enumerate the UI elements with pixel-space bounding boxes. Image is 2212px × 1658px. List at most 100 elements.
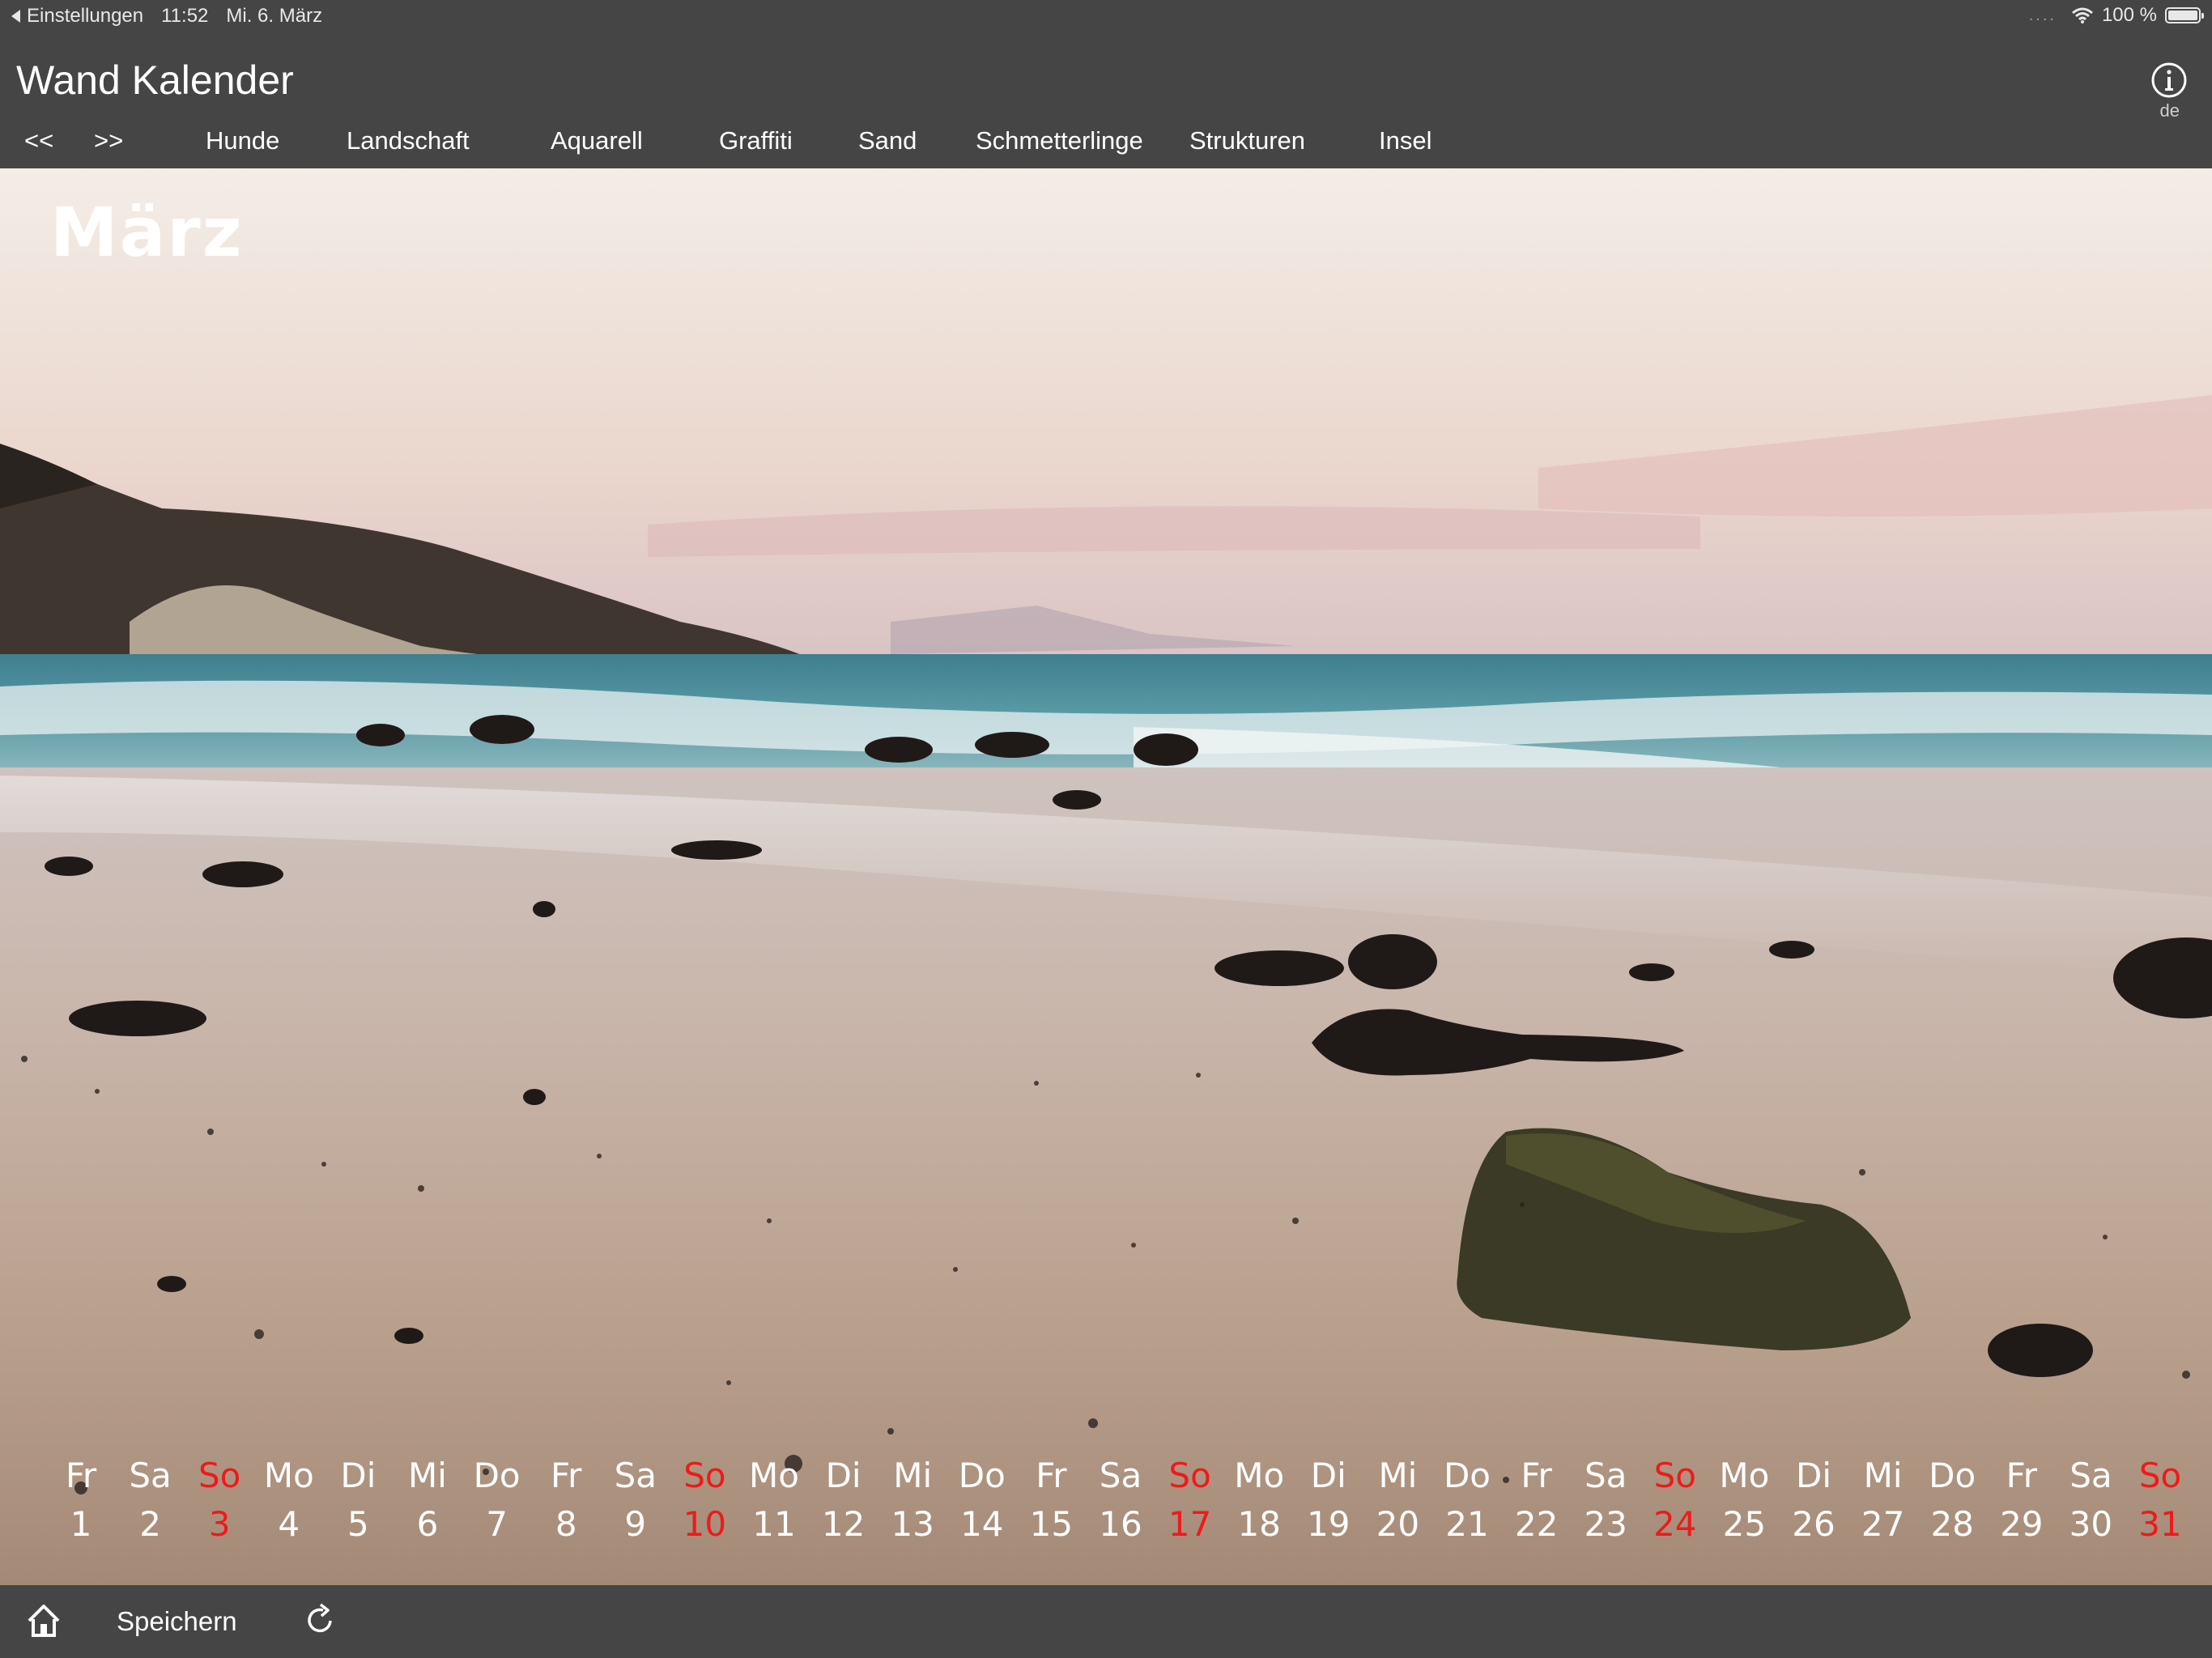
weekday-label: Mi [1863,1456,1903,1495]
calendar-day: Do 21 [1432,1452,1502,1549]
calendar-day: Fr 29 [1987,1452,2057,1549]
back-arrow-icon[interactable] [11,10,20,23]
calendar-day: Di 12 [809,1452,878,1549]
save-button[interactable]: Speichern [117,1606,237,1637]
calendar-day: Sa 23 [1571,1452,1640,1549]
day-number: 19 [1307,1504,1351,1544]
day-number: 15 [1029,1504,1074,1544]
calendar-day: Do 28 [1917,1452,1987,1549]
weekday-label: Sa [129,1456,172,1495]
reload-icon[interactable] [301,1601,338,1639]
weekday-label: Mi [1378,1456,1418,1495]
weekday-label: Do [1443,1456,1491,1495]
category-nav: << >> Hunde Landschaft Aquarell Graffiti… [0,126,2212,167]
weekday-label: Do [473,1456,521,1495]
multitask-dots-icon: .... [2028,6,2057,24]
category-insel[interactable]: Insel [1379,126,1431,155]
category-landschaft[interactable]: Landschaft [347,126,470,155]
category-hunde[interactable]: Hunde [206,126,279,155]
calendar-day: Mo 18 [1224,1452,1294,1549]
calendar-day: Mi 20 [1363,1452,1432,1549]
calendar-day: Mo 11 [739,1452,809,1549]
day-number: 28 [1930,1504,1974,1544]
battery-fill [2168,11,2197,20]
battery-icon [2165,7,2204,23]
calendar-day: Fr 22 [1502,1452,1572,1549]
day-number: 6 [416,1504,439,1544]
weekday-label: Sa [1099,1456,1142,1495]
day-number: 5 [347,1504,369,1544]
weekday-label: Di [1795,1456,1831,1495]
language-label[interactable]: de [2160,100,2180,121]
day-number: 27 [1861,1504,1905,1544]
day-number: 4 [278,1504,300,1544]
wifi-icon [2071,7,2093,23]
day-number: 25 [1722,1504,1767,1544]
weekday-label: Di [1310,1456,1346,1495]
calendar-day: Do 7 [462,1452,532,1549]
category-sand[interactable]: Sand [858,126,917,155]
calendar-day: Do 14 [947,1452,1017,1549]
calendar-day: Mi 6 [393,1452,462,1549]
weekday-label: Di [340,1456,376,1495]
day-number: 14 [960,1504,1004,1544]
day-number: 8 [555,1504,577,1544]
calendar-day: So 31 [2125,1452,2195,1549]
weekday-label: Sa [614,1456,657,1495]
weekday-label: Sa [2069,1456,2112,1495]
calendar-day: Fr 1 [46,1452,116,1549]
day-number: 17 [1168,1504,1212,1544]
weekday-label: Di [825,1456,861,1495]
calendar-day: Mi 27 [1848,1452,1918,1549]
calendar-day: Mi 13 [878,1452,947,1549]
day-number: 11 [752,1504,796,1544]
day-number: 12 [821,1504,866,1544]
calendar-day: So 10 [670,1452,739,1549]
day-number: 22 [1514,1504,1559,1544]
app-header: Wand Kalender de << >> Hunde Landschaft … [0,32,2212,168]
calendar-day: So 3 [185,1452,254,1549]
day-number: 26 [1792,1504,1836,1544]
calendar-day: Mo 4 [254,1452,324,1549]
calendar-day: Sa 30 [2056,1452,2125,1549]
day-number: 23 [1584,1504,1627,1544]
calendar-photo: März Fr 1 Sa 2 So 3 Mo 4 Di 5 Mi 6 Do 7 Fr 8 Sa 9 So 10 Mo 11… [0,168,2212,1585]
day-number: 18 [1237,1504,1281,1544]
calendar-day: Sa 16 [1086,1452,1155,1549]
weekday-label: So [1168,1456,1211,1495]
day-number: 9 [624,1504,647,1544]
day-number: 30 [2069,1504,2113,1544]
calendar-day: So 24 [1640,1452,1710,1549]
calendar-day: Di 26 [1779,1452,1848,1549]
day-number: 2 [139,1504,161,1544]
next-month-button[interactable]: >> [94,126,123,155]
day-number: 13 [891,1504,934,1544]
weekday-label: Mo [1719,1456,1770,1495]
calendar-day: Mo 25 [1709,1452,1779,1549]
weekday-label: Mo [1234,1456,1285,1495]
category-strukturen[interactable]: Strukturen [1189,126,1305,155]
day-number: 20 [1376,1504,1420,1544]
category-schmetterlinge[interactable]: Schmetterlinge [976,126,1143,155]
weekday-label: Do [1929,1456,1976,1495]
weekday-label: So [1653,1456,1696,1495]
prev-month-button[interactable]: << [24,126,53,155]
day-number: 24 [1653,1504,1697,1544]
back-to-settings-link[interactable]: Einstellungen [27,5,143,28]
day-number: 10 [683,1504,727,1544]
bottom-toolbar: Speichern [0,1585,2212,1658]
category-aquarell[interactable]: Aquarell [551,126,643,155]
month-title: März [50,193,244,272]
status-right: .... 100 % [2028,4,2204,27]
app-title: Wand Kalender [16,57,294,103]
weekday-label: Sa [1584,1456,1627,1495]
weekday-label: Mi [408,1456,447,1495]
category-graffiti[interactable]: Graffiti [719,126,793,155]
status-bar: Einstellungen 11:52 Mi. 6. März .... 100… [0,0,2212,32]
info-icon[interactable] [2150,62,2188,99]
weekday-label: Do [958,1456,1006,1495]
beach-photo [0,168,2212,1585]
calendar-day: Di 5 [323,1452,393,1549]
home-icon[interactable] [24,1601,63,1640]
status-time: 11:52 [161,5,209,27]
